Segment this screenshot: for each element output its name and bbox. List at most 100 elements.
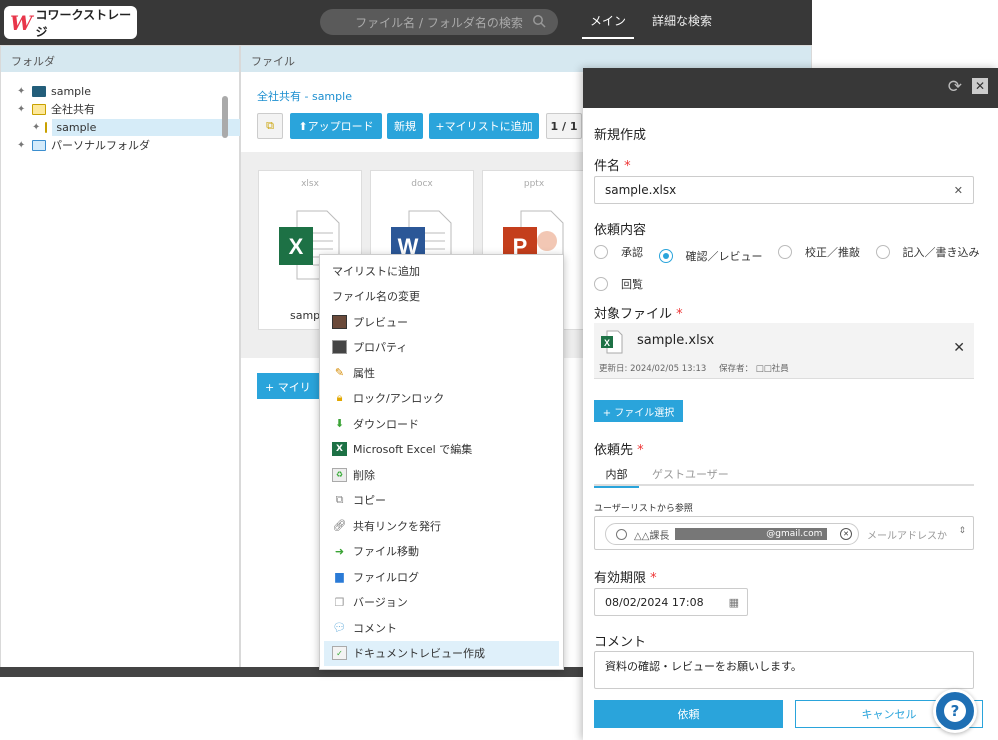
radio-review[interactable]: 確認／レビュー xyxy=(658,248,763,264)
new-button[interactable]: 新規 xyxy=(387,113,423,139)
file-ext: docx xyxy=(411,179,433,189)
menu-item-attribute[interactable]: ✎ 属性 xyxy=(320,360,563,386)
folder-panel: フォルダ ✦ sample ✦ 全社共有 ✦ sample ✦ パーソナルフォル… xyxy=(0,45,247,675)
radio-circle xyxy=(594,277,608,291)
menu-item-file-log[interactable]: ▆ ファイルログ xyxy=(320,564,563,590)
menu-label: ダウンロード xyxy=(353,417,419,431)
tree-node-company-shared[interactable]: ✦ 全社共有 xyxy=(1,100,239,118)
add-mylist-bottom-button[interactable]: + マイリ xyxy=(257,373,327,399)
request-button[interactable]: 依頼 xyxy=(594,700,783,728)
nav-main-tab[interactable]: メイン xyxy=(582,12,635,39)
email-placeholder: メールアドレスか xyxy=(867,531,947,542)
menu-label: ロック/アンロック xyxy=(353,392,445,406)
radio-circle xyxy=(778,245,792,259)
menu-item-preview[interactable]: プレビュー xyxy=(320,309,563,335)
menu-item-properties[interactable]: プロパティ xyxy=(320,335,563,361)
radio-approve[interactable]: 承認 xyxy=(594,244,643,260)
menu-item-edit-excel[interactable]: X Microsoft Excel で編集 xyxy=(320,437,563,463)
link-icon: 🔗︎ xyxy=(332,519,347,533)
menu-item-delete[interactable]: ♻ 削除 xyxy=(320,462,563,488)
search-input[interactable]: ファイル名 / フォルダ名の検索 xyxy=(320,9,558,35)
remove-file-icon[interactable]: ✕ xyxy=(953,340,965,356)
plus-icon: + xyxy=(435,119,445,133)
menu-item-version[interactable]: ❐ バージョン xyxy=(320,590,563,616)
tree-node-sample-selected[interactable]: ✦ sample xyxy=(1,118,247,136)
tree-scrollbar[interactable] xyxy=(222,96,228,138)
calendar-icon[interactable]: ▦ xyxy=(729,596,739,609)
expand-icon[interactable]: ✦ xyxy=(32,122,40,133)
nav-advanced-search-tab[interactable]: 詳細な検索 xyxy=(652,12,712,29)
radio-label: 回覧 xyxy=(621,278,643,291)
menu-label: バージョン xyxy=(353,596,408,610)
menu-label: 共有リンクを発行 xyxy=(353,519,441,533)
menu-label: ファイル移動 xyxy=(353,545,419,559)
file-ext: pptx xyxy=(523,179,545,189)
menu-item-copy[interactable]: ⧉ コピー xyxy=(320,488,563,514)
menu-item-move[interactable]: ➜ ファイル移動 xyxy=(320,539,563,565)
search-icon[interactable] xyxy=(532,14,546,28)
menu-item-rename[interactable]: ファイル名の変更 xyxy=(320,284,563,310)
trash-icon: ♻ xyxy=(332,467,347,482)
excel-file-icon: X xyxy=(601,330,623,354)
select-arrows-icon[interactable]: ⇕ xyxy=(958,526,966,536)
recipient-tabs: 内部 ゲストユーザー xyxy=(594,460,974,488)
add-mylist-button[interactable]: + マイリストに追加 xyxy=(429,113,539,139)
expand-icon[interactable]: ✦ xyxy=(17,86,27,97)
target-file-box: X sample.xlsx 更新日: 2024/02/05 13:13 保存者：… xyxy=(594,323,974,379)
menu-item-comment[interactable]: 💬︎ コメント xyxy=(320,615,563,641)
file-select-button[interactable]: + ファイル選択 xyxy=(594,400,683,422)
recipient-label: 依頼先 * xyxy=(594,439,644,458)
menu-label: マイリストに追加 xyxy=(332,264,420,278)
radio-circulate[interactable]: 回覧 xyxy=(594,276,643,292)
radio-label: 記入／書き込み xyxy=(902,246,980,259)
deadline-input[interactable]: 08/02/2024 17:08 ▦ xyxy=(594,588,748,616)
image-folder-icon xyxy=(32,85,46,97)
recipient-input[interactable]: △△課長 @gmail.com ✕ メールアドレスか ⇕ xyxy=(594,516,974,550)
tree-node-sample-root[interactable]: ✦ sample xyxy=(1,82,239,100)
expand-icon[interactable]: ✦ xyxy=(17,104,27,115)
remove-user-icon[interactable]: ✕ xyxy=(840,528,852,540)
close-icon[interactable]: ✕ xyxy=(972,78,988,94)
subject-value: sample.xlsx xyxy=(605,183,677,197)
folder-icon xyxy=(45,121,48,133)
folder-up-button[interactable]: ⧉ xyxy=(257,113,283,139)
menu-item-document-review[interactable]: ✓ ドキュメントレビュー作成 xyxy=(324,640,559,666)
refresh-icon[interactable]: ⟳ xyxy=(948,77,962,97)
excel-icon: X xyxy=(332,442,347,457)
help-button[interactable]: ? xyxy=(933,689,977,733)
radio-proofread[interactable]: 校正／推敲 xyxy=(778,244,860,260)
svg-text:X: X xyxy=(604,338,610,348)
search-placeholder: ファイル名 / フォルダ名の検索 xyxy=(355,15,523,30)
target-file-label: 対象ファイル * xyxy=(594,303,683,322)
required-mark: * xyxy=(676,307,683,322)
menu-item-share-link[interactable]: 🔗︎ 共有リンクを発行 xyxy=(320,513,563,539)
app-logo[interactable]: W コワークストレージ xyxy=(4,6,137,39)
menu-item-download[interactable]: ⬇ ダウンロード xyxy=(320,411,563,437)
menu-label: Microsoft Excel で編集 xyxy=(353,443,473,457)
breadcrumb[interactable]: 全社共有 - sample xyxy=(257,88,352,104)
expand-icon[interactable]: ✦ xyxy=(17,140,27,151)
menu-item-lock[interactable]: 🔒︎ ロック/アンロック xyxy=(320,386,563,412)
clear-icon[interactable]: ✕ xyxy=(954,184,963,197)
subject-field[interactable]: sample.xlsx ✕ xyxy=(594,176,974,204)
comment-textarea[interactable]: 資料の確認・レビューをお願いします。 xyxy=(594,651,974,689)
tree-node-personal[interactable]: ✦ パーソナルフォルダ xyxy=(1,136,239,154)
upload-button[interactable]: ⬆ アップロード xyxy=(290,113,382,139)
target-file-updated: 更新日: 2024/02/05 13:13 xyxy=(599,364,707,374)
request-type-group: 承認 確認／レビュー 校正／推敲 記入／書き込み 回覧 xyxy=(594,244,984,294)
radio-circle-checked xyxy=(658,249,673,263)
tab-internal[interactable]: 内部 xyxy=(594,466,639,488)
radio-circle xyxy=(875,245,890,259)
menu-item-add-mylist[interactable]: マイリストに追加 xyxy=(320,258,563,284)
version-icon: ❐ xyxy=(334,595,345,609)
menu-label: プロパティ xyxy=(353,341,408,355)
add-mylist-label: マイリストに追加 xyxy=(444,120,533,133)
new-request-dialog: ⟳ ✕ 新規作成 件名 * sample.xlsx ✕ 依頼内容 承認 確認／レ… xyxy=(583,68,998,740)
user-chip-email: @gmail.com xyxy=(675,528,828,540)
folder-tree-icon: ⧉ xyxy=(266,119,274,132)
target-file-name: sample.xlsx xyxy=(637,333,715,348)
top-bar: W コワークストレージ ファイル名 / フォルダ名の検索 メイン 詳細な検索 xyxy=(0,0,812,45)
radio-fill-in[interactable]: 記入／書き込み xyxy=(875,244,980,260)
menu-label: 削除 xyxy=(353,468,375,482)
tab-guest-user[interactable]: ゲストユーザー xyxy=(652,466,729,482)
